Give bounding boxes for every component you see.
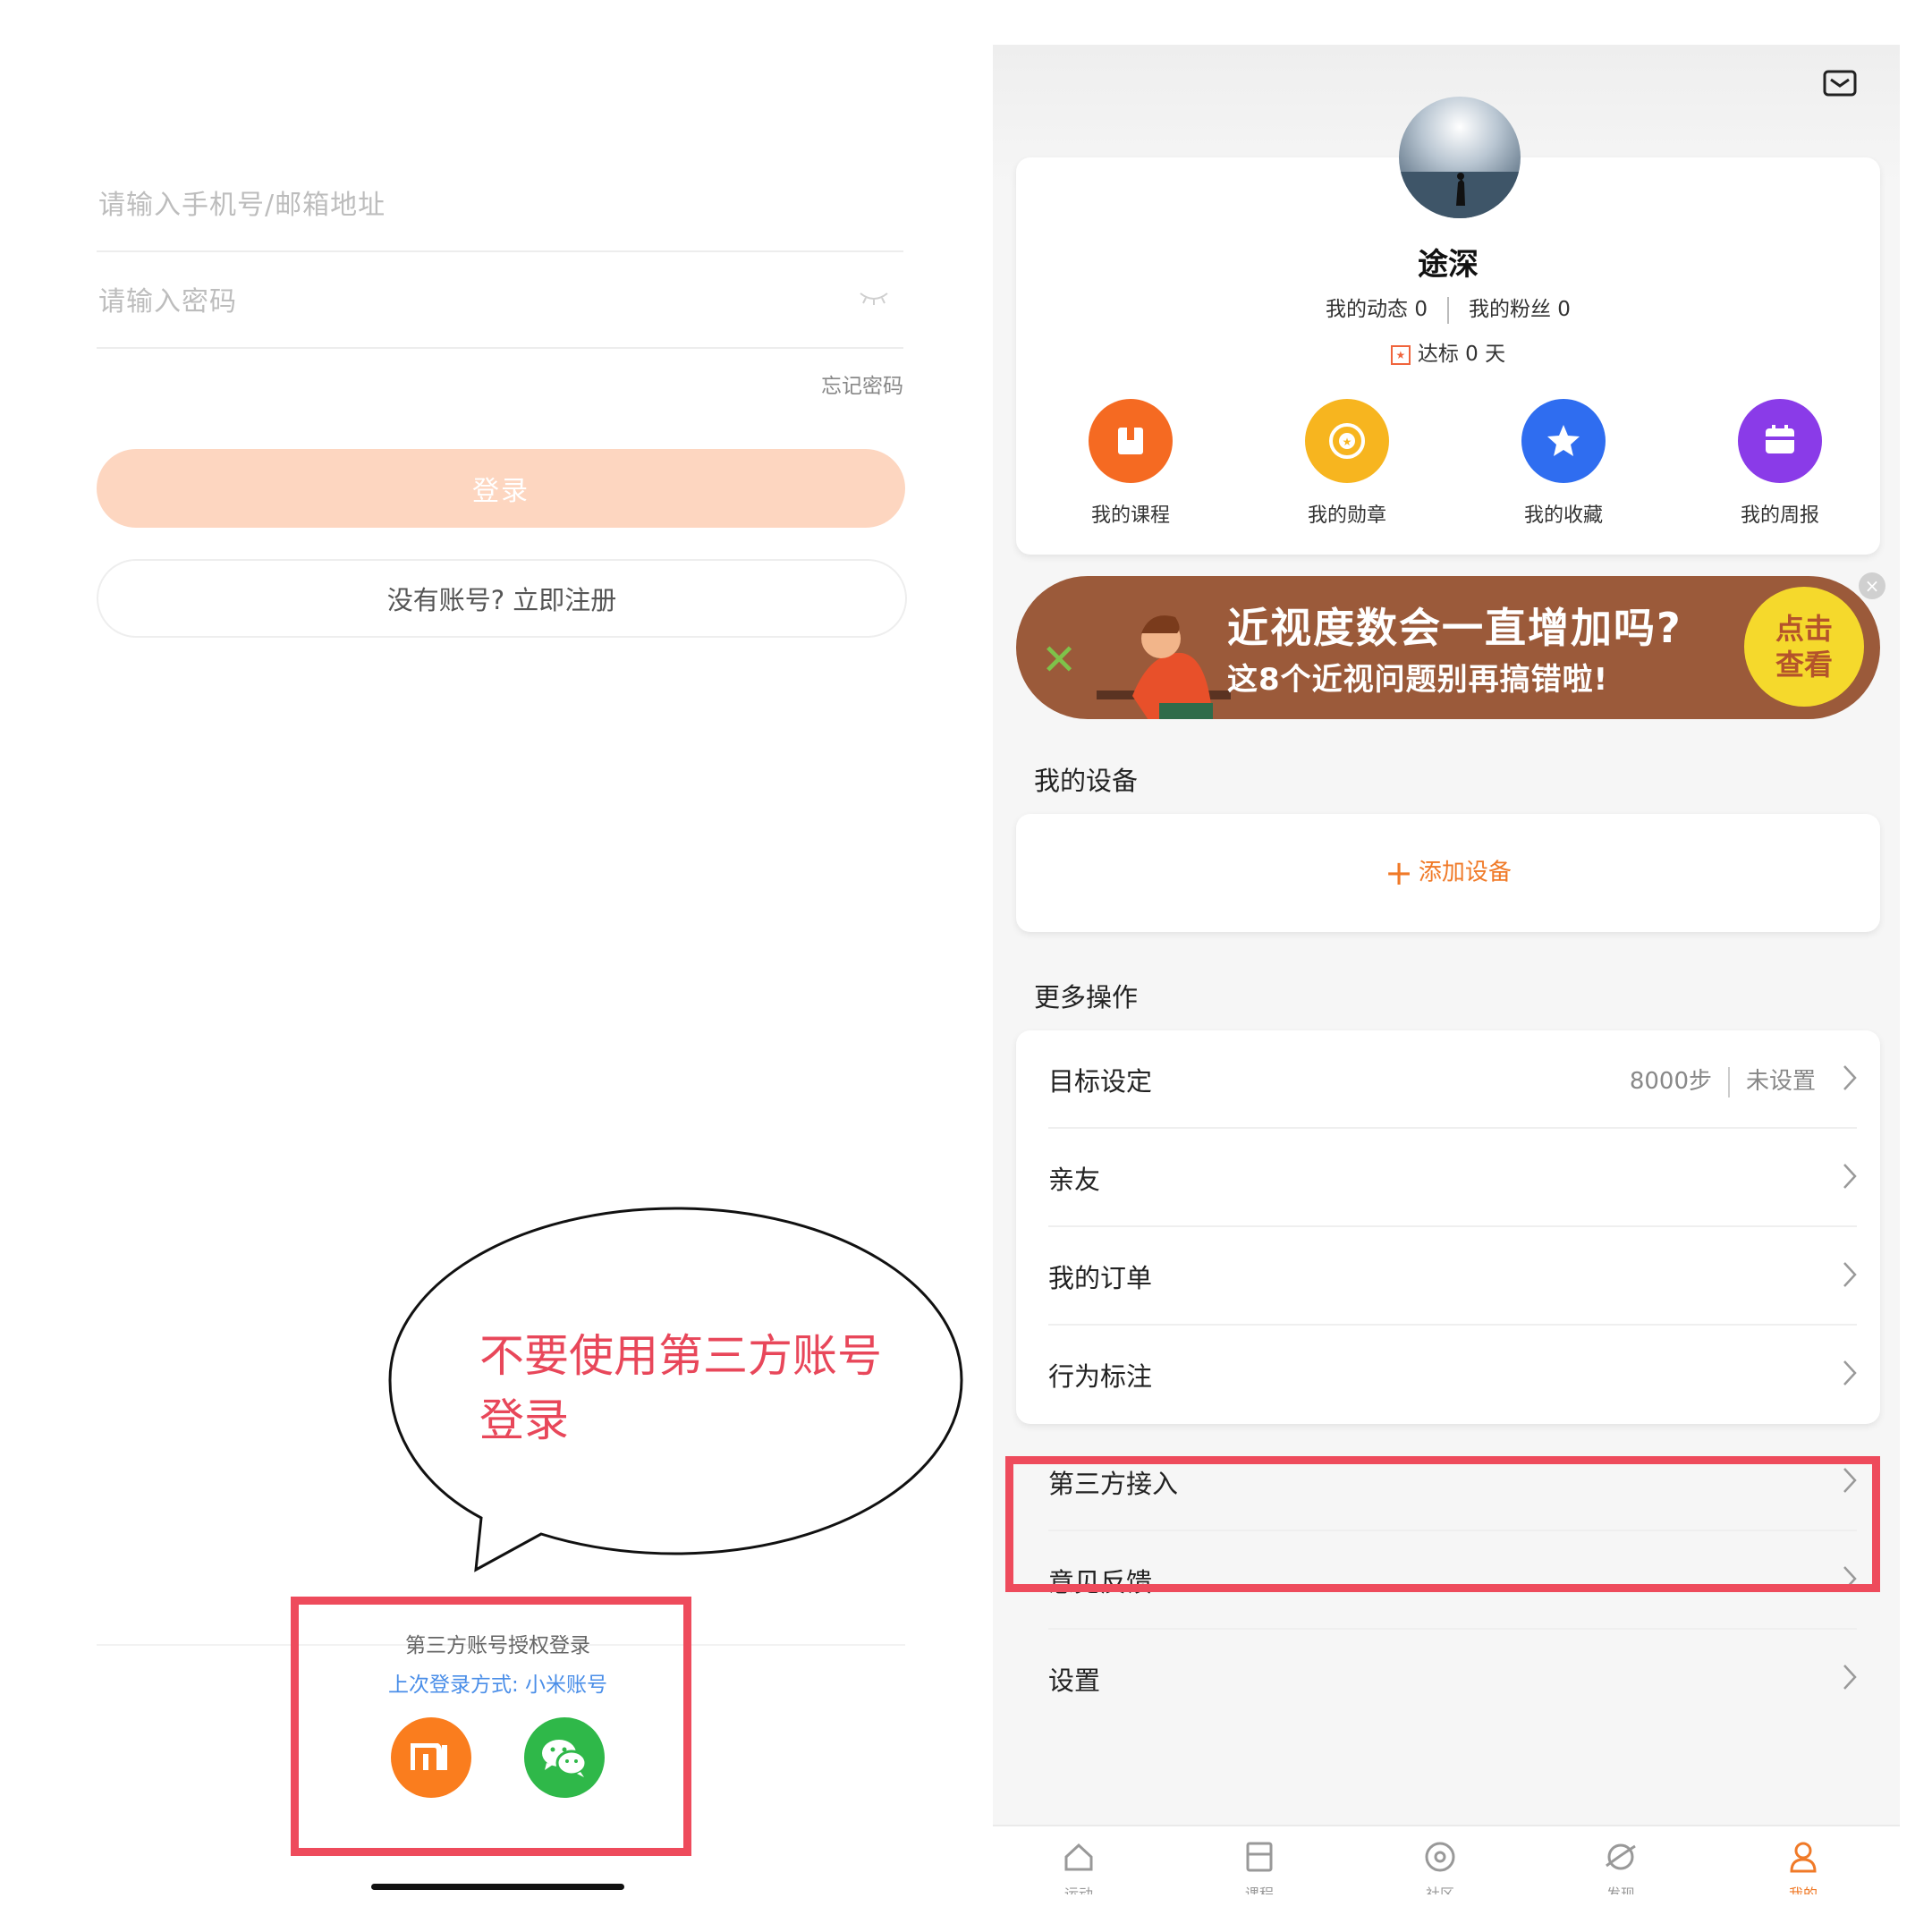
forgot-password-link[interactable]: 忘记密码	[821, 369, 903, 399]
banner-cta-label: 点击查看	[1775, 612, 1833, 682]
meta-separator	[1727, 1066, 1730, 1097]
book-icon	[1089, 399, 1173, 483]
list-item-label: 我的订单	[1048, 1263, 1153, 1293]
tab-label: 社区	[1425, 1885, 1454, 1894]
banner-headline: 近视度数会一直增加吗?	[1227, 604, 1682, 652]
eye-closed-icon[interactable]	[859, 290, 889, 306]
tab-label: 运动	[1063, 1885, 1093, 1894]
password-input[interactable]: 请输入密码	[97, 249, 903, 349]
list-item-label: 设置	[1048, 1665, 1101, 1696]
list-item-label: 行为标注	[1048, 1361, 1153, 1392]
child-illustration	[1097, 615, 1231, 719]
third-party-row-highlight	[1005, 1456, 1880, 1592]
warning-annotation: 不要使用第三方账号登录	[479, 1330, 882, 1446]
quick-weekly-report[interactable]: 我的周报	[1699, 399, 1860, 528]
tab-community[interactable]: 社区	[1404, 1839, 1476, 1894]
banner-cta[interactable]: 点击查看	[1744, 587, 1864, 707]
chevron-right-icon	[1843, 1360, 1857, 1385]
quick-label: 我的课程	[1090, 504, 1170, 527]
tab-label: 发现	[1606, 1885, 1635, 1894]
tab-course[interactable]: 课程	[1224, 1839, 1295, 1894]
bottom-tab-bar: 运动 课程 社区 发现 我的	[993, 1825, 1900, 1905]
phone-email-placeholder: 请输入手机号/邮箱地址	[98, 190, 386, 221]
add-device-button[interactable]: + 添加设备	[1016, 814, 1880, 932]
promo-banner[interactable]: ✕ 近视度数会一直增加吗? 这8个近视问题别再搞错啦! 点击查看	[1016, 576, 1880, 719]
home-indicator	[371, 1884, 624, 1890]
goal-flag-icon: ★	[1390, 344, 1411, 365]
password-placeholder: 请输入密码	[98, 286, 237, 318]
login-button[interactable]: 登录	[97, 449, 905, 528]
calendar-icon	[1738, 399, 1822, 483]
medal-icon: ★	[1305, 399, 1389, 483]
list-item-goal-setting[interactable]: 目标设定 8000步 未设置	[1016, 1030, 1880, 1129]
phone-email-input[interactable]: 请输入手机号/邮箱地址	[97, 152, 903, 252]
quick-my-favorites[interactable]: 我的收藏	[1483, 399, 1644, 528]
list-item-label: 目标设定	[1048, 1066, 1153, 1097]
chevron-right-icon	[1843, 1164, 1857, 1189]
goal-days: ★ 达标 0 天	[1016, 336, 1880, 367]
register-button[interactable]: 没有账号? 立即注册	[97, 559, 907, 638]
chevron-right-icon	[1843, 1665, 1857, 1690]
quick-my-course[interactable]: 我的课程	[1050, 399, 1211, 528]
svg-text:★: ★	[1343, 436, 1352, 448]
tab-label: 课程	[1244, 1885, 1274, 1894]
list-item-family[interactable]: 亲友	[1016, 1129, 1880, 1227]
goal-days-label: 达标 0 天	[1417, 343, 1506, 366]
steps-goal: 8000步	[1629, 1068, 1712, 1095]
tab-discover[interactable]: 发现	[1585, 1839, 1657, 1894]
third-party-highlight	[291, 1597, 691, 1856]
discover-icon	[1606, 1843, 1636, 1870]
home-icon	[1064, 1843, 1093, 1871]
tab-label: 我的	[1788, 1885, 1818, 1894]
chevron-right-icon	[1843, 1065, 1857, 1090]
username: 途深	[1418, 247, 1479, 283]
profile-stats: 我的动态 0 我的粉丝 0	[1016, 292, 1880, 324]
community-icon	[1425, 1842, 1455, 1872]
star-icon	[1521, 399, 1606, 483]
plus-icon: +	[1385, 853, 1413, 893]
avatar[interactable]	[1399, 97, 1521, 218]
more-section-title: 更多操作	[1034, 982, 1139, 1013]
list-item-settings[interactable]: 设置	[1016, 1630, 1880, 1728]
close-banner-icon[interactable]: ×	[1859, 572, 1885, 599]
course-icon	[1246, 1842, 1273, 1872]
cross-icon: ✕	[1041, 635, 1078, 685]
quick-label: 我的收藏	[1523, 504, 1603, 527]
tab-me[interactable]: 我的	[1767, 1839, 1839, 1894]
list-item-orders[interactable]: 我的订单	[1016, 1227, 1880, 1326]
more-list-card: 目标设定 8000步 未设置 亲友 我的订单 行为标注	[1016, 1030, 1880, 1424]
devices-section-title: 我的设备	[1034, 766, 1139, 796]
profile-screen: 途深 我的动态 0 我的粉丝 0 ★ 达标 0 天 我的课程 ★ 我的勋章 我的收藏…	[993, 45, 1900, 1905]
stats-separator	[1447, 296, 1449, 324]
add-device-label: 添加设备	[1418, 859, 1512, 886]
quick-label: 我的周报	[1740, 504, 1819, 527]
login-screen: 请输入手机号/邮箱地址 请输入密码 忘记密码 登录 没有账号? 立即注册 不要使…	[0, 0, 984, 1932]
goal-status: 未设置	[1745, 1068, 1816, 1095]
list-item-behavior-tag[interactable]: 行为标注	[1016, 1326, 1880, 1424]
chevron-right-icon	[1843, 1262, 1857, 1287]
quick-label: 我的勋章	[1307, 504, 1386, 527]
posts-count[interactable]: 我的动态 0	[1326, 298, 1428, 321]
banner-subline: 这8个近视问题别再搞错啦!	[1227, 662, 1609, 698]
goal-meta: 8000步 未设置	[1630, 1063, 1816, 1097]
quick-my-medals[interactable]: ★ 我的勋章	[1267, 399, 1428, 528]
fans-count[interactable]: 我的粉丝 0	[1469, 298, 1571, 321]
list-item-label: 亲友	[1048, 1165, 1101, 1195]
tab-sport[interactable]: 运动	[1043, 1839, 1114, 1894]
profile-icon	[1790, 1842, 1817, 1873]
mail-icon[interactable]	[1823, 70, 1857, 97]
